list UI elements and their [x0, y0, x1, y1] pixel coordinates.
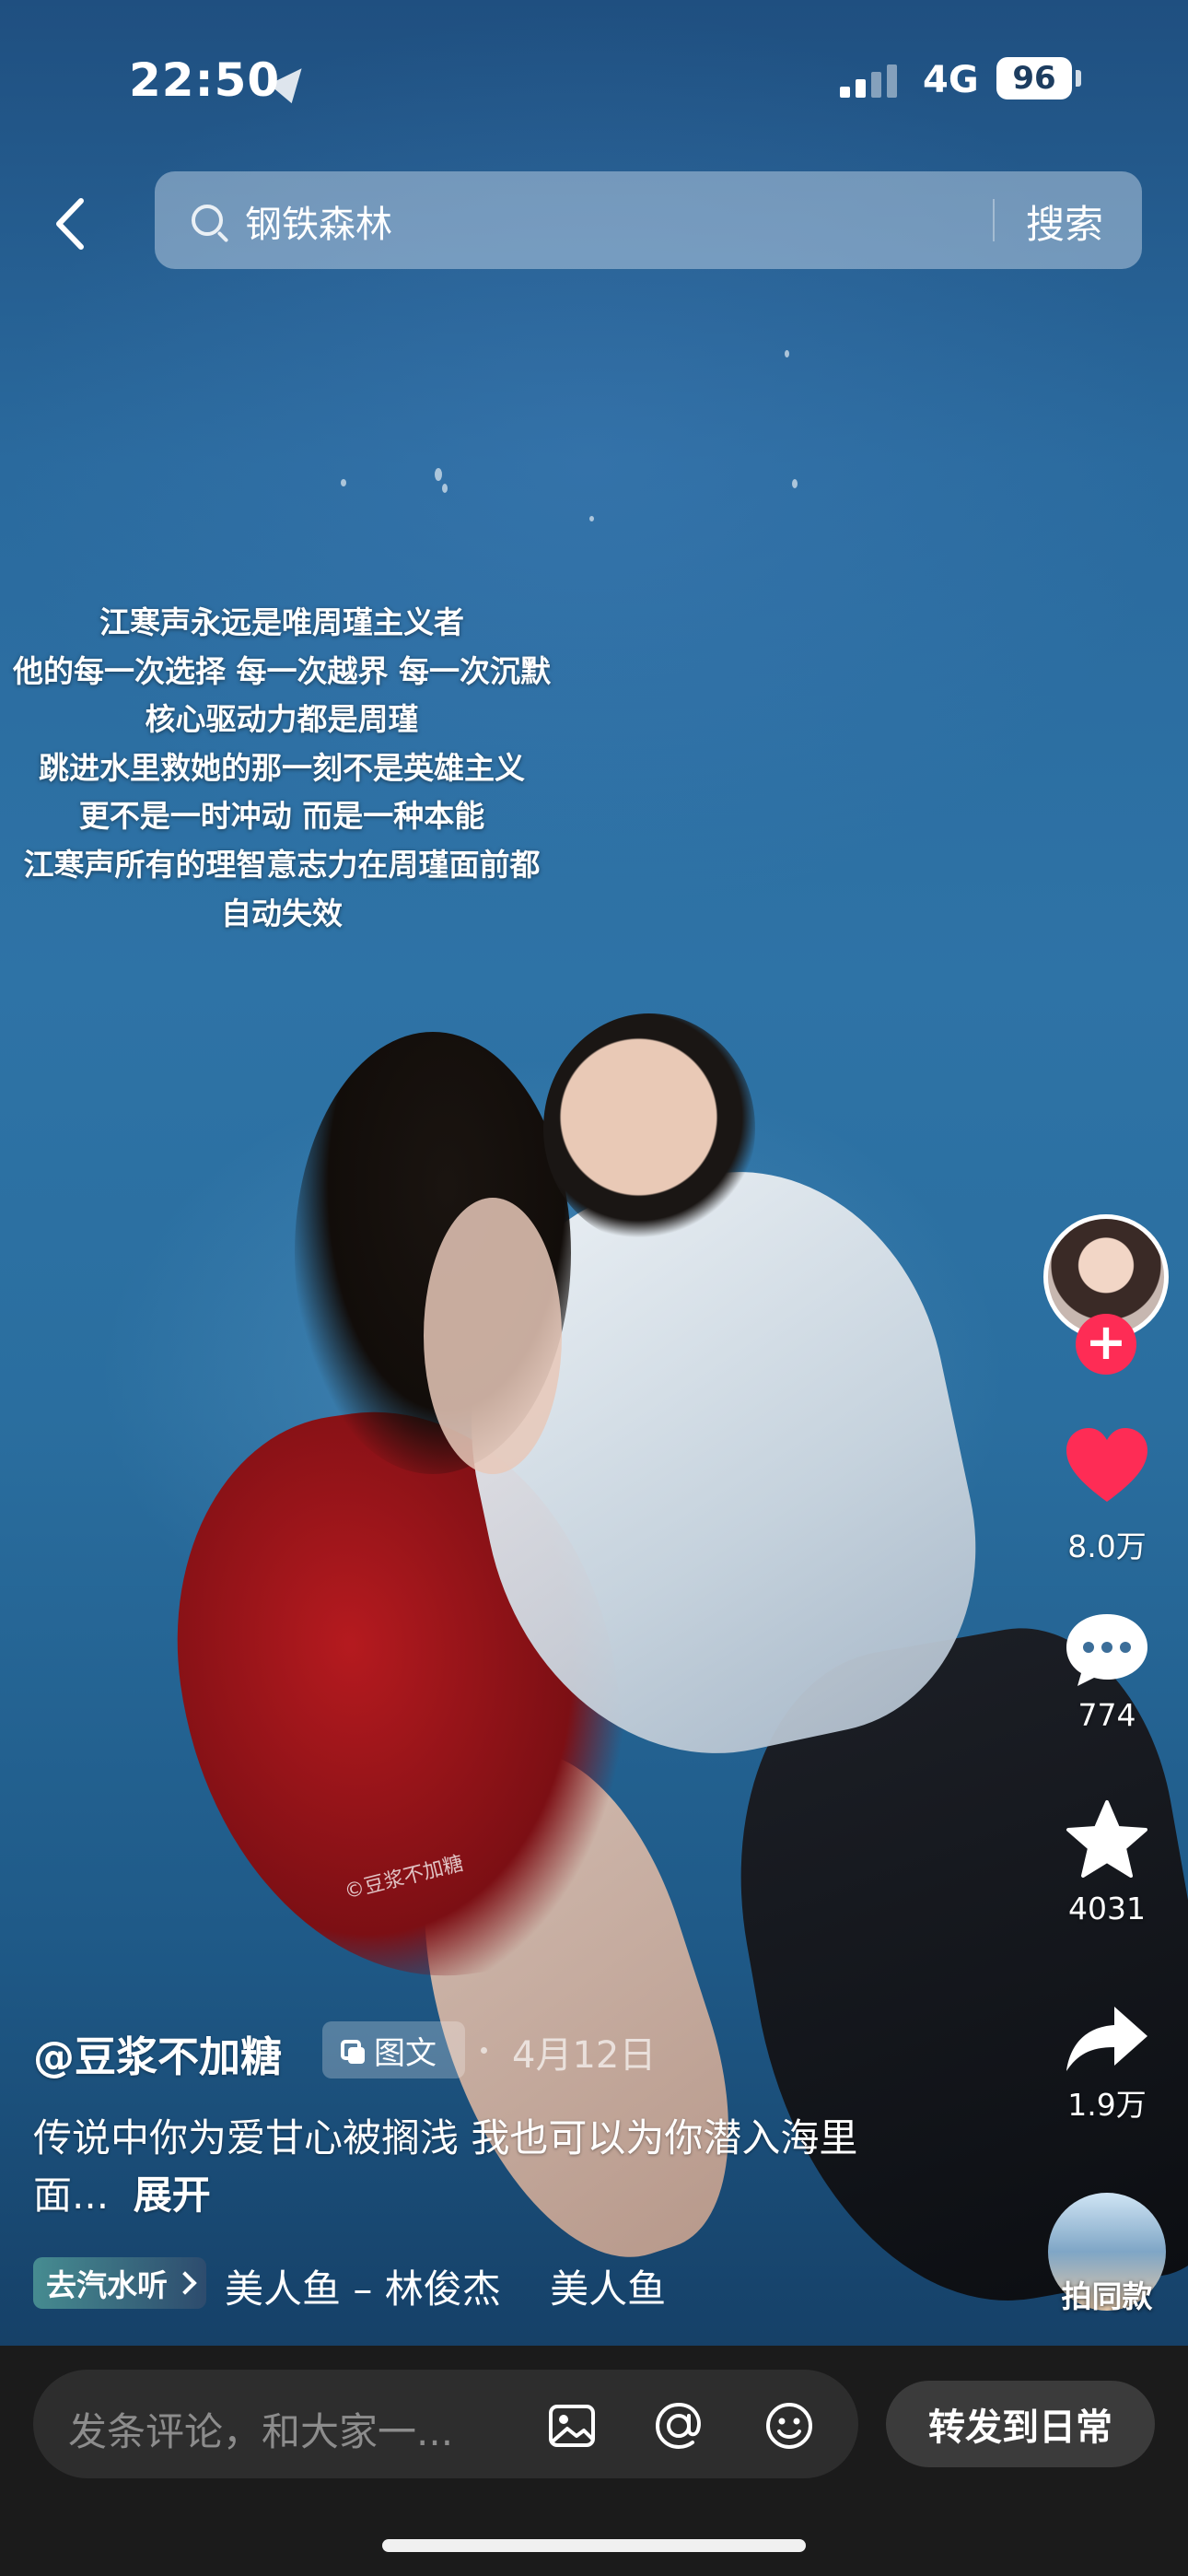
heart-icon: [1066, 1428, 1147, 1502]
status-time: 22:50: [129, 53, 281, 107]
forward-to-daily-button[interactable]: 转发到日常: [886, 2381, 1155, 2467]
follow-button[interactable]: +: [1076, 1314, 1136, 1375]
music-track-marquee: 美人鱼: [550, 2266, 667, 2312]
favorite-button[interactable]: 4031: [1050, 1797, 1164, 1926]
mention-icon[interactable]: [652, 2399, 705, 2453]
network-type: 4G: [923, 59, 979, 101]
same-style-label[interactable]: 拍同款: [1046, 2272, 1168, 2316]
post-type-tag: 图文: [322, 2021, 465, 2078]
music-track-title: 美人鱼 – 林俊杰: [225, 2266, 501, 2312]
back-button[interactable]: [46, 192, 101, 256]
overlay-line: 他的每一次选择 每一次越界 每一次沉默: [13, 652, 551, 689]
overlay-line: 自动失效: [221, 895, 343, 931]
music-app-label: 去汽水听: [46, 2267, 168, 2303]
woman-shoulder: [424, 1198, 562, 1474]
search-button[interactable]: 搜索: [1026, 193, 1103, 250]
search-icon: [192, 205, 223, 236]
image-post-icon: [341, 2040, 365, 2064]
bubble: [589, 516, 594, 521]
separator-dot: [481, 2047, 487, 2054]
battery-icon: 96: [996, 57, 1072, 100]
comment-input[interactable]: 发条评论，和大家一...: [33, 2370, 858, 2478]
post-type-label: 图文: [374, 2034, 437, 2072]
cellular-signal-icon: [840, 61, 904, 98]
star-icon: [1066, 1800, 1147, 1878]
battery-tip: [1076, 70, 1081, 87]
like-count: 8.0万: [1067, 1528, 1147, 1564]
status-bar: 22:50 4G 96: [0, 0, 1188, 157]
overlay-text: 江寒声永远是唯周瑾主义者 他的每一次选择 每一次越界 每一次沉默 核心驱动力都是…: [0, 599, 564, 938]
post-description: 传说中你为爱甘心被搁浅 我也可以为你潜入海里面... 展开: [33, 2110, 917, 2224]
home-indicator: [382, 2539, 806, 2552]
favorite-count: 4031: [1068, 1891, 1146, 1926]
chevron-left-icon: [56, 198, 84, 250]
image-picker-icon[interactable]: [545, 2399, 599, 2453]
comment-button[interactable]: 774: [1050, 1610, 1164, 1733]
bubble: [792, 479, 798, 488]
share-arrow-icon: [1066, 2007, 1147, 2071]
man-head: [543, 1013, 755, 1244]
overlay-line: 江寒声所有的理智意志力在周瑾面前都: [23, 846, 541, 883]
music-app-link[interactable]: 去汽水听: [33, 2257, 206, 2309]
post-date: 4月12日: [512, 2034, 657, 2077]
bubble: [785, 350, 789, 357]
search-bar[interactable]: 搜索: [155, 171, 1142, 269]
comment-count: 774: [1077, 1697, 1136, 1733]
share-button[interactable]: 1.9万: [1050, 2001, 1164, 2125]
emoji-icon[interactable]: [763, 2399, 816, 2453]
overlay-line: 江寒声永远是唯周瑾主义者: [99, 604, 464, 640]
share-count: 1.9万: [1067, 2087, 1147, 2123]
like-button[interactable]: 8.0万: [1050, 1421, 1164, 1566]
overlay-line: 核心驱动力都是周瑾: [145, 701, 419, 738]
overlay-line: 更不是一时冲动 而是一种本能: [78, 798, 485, 835]
bubble: [442, 484, 448, 493]
bubble: [435, 468, 442, 481]
music-track[interactable]: 美人鱼 – 林俊杰 美人鱼: [225, 2258, 666, 2314]
bubble: [341, 479, 346, 486]
photo-subject: [146, 995, 1188, 2337]
comment-bubble-icon: [1066, 1614, 1147, 1686]
chevron-right-icon: [173, 2271, 197, 2295]
comment-placeholder: 发条评论，和大家一...: [68, 2409, 454, 2454]
search-divider: [993, 199, 995, 241]
expand-link[interactable]: 展开: [134, 2172, 211, 2218]
search-input[interactable]: [243, 193, 1039, 249]
author-name[interactable]: @豆浆不加糖: [33, 2023, 282, 2083]
overlay-line: 跳进水里救她的那一刻不是英雄主义: [39, 749, 525, 786]
